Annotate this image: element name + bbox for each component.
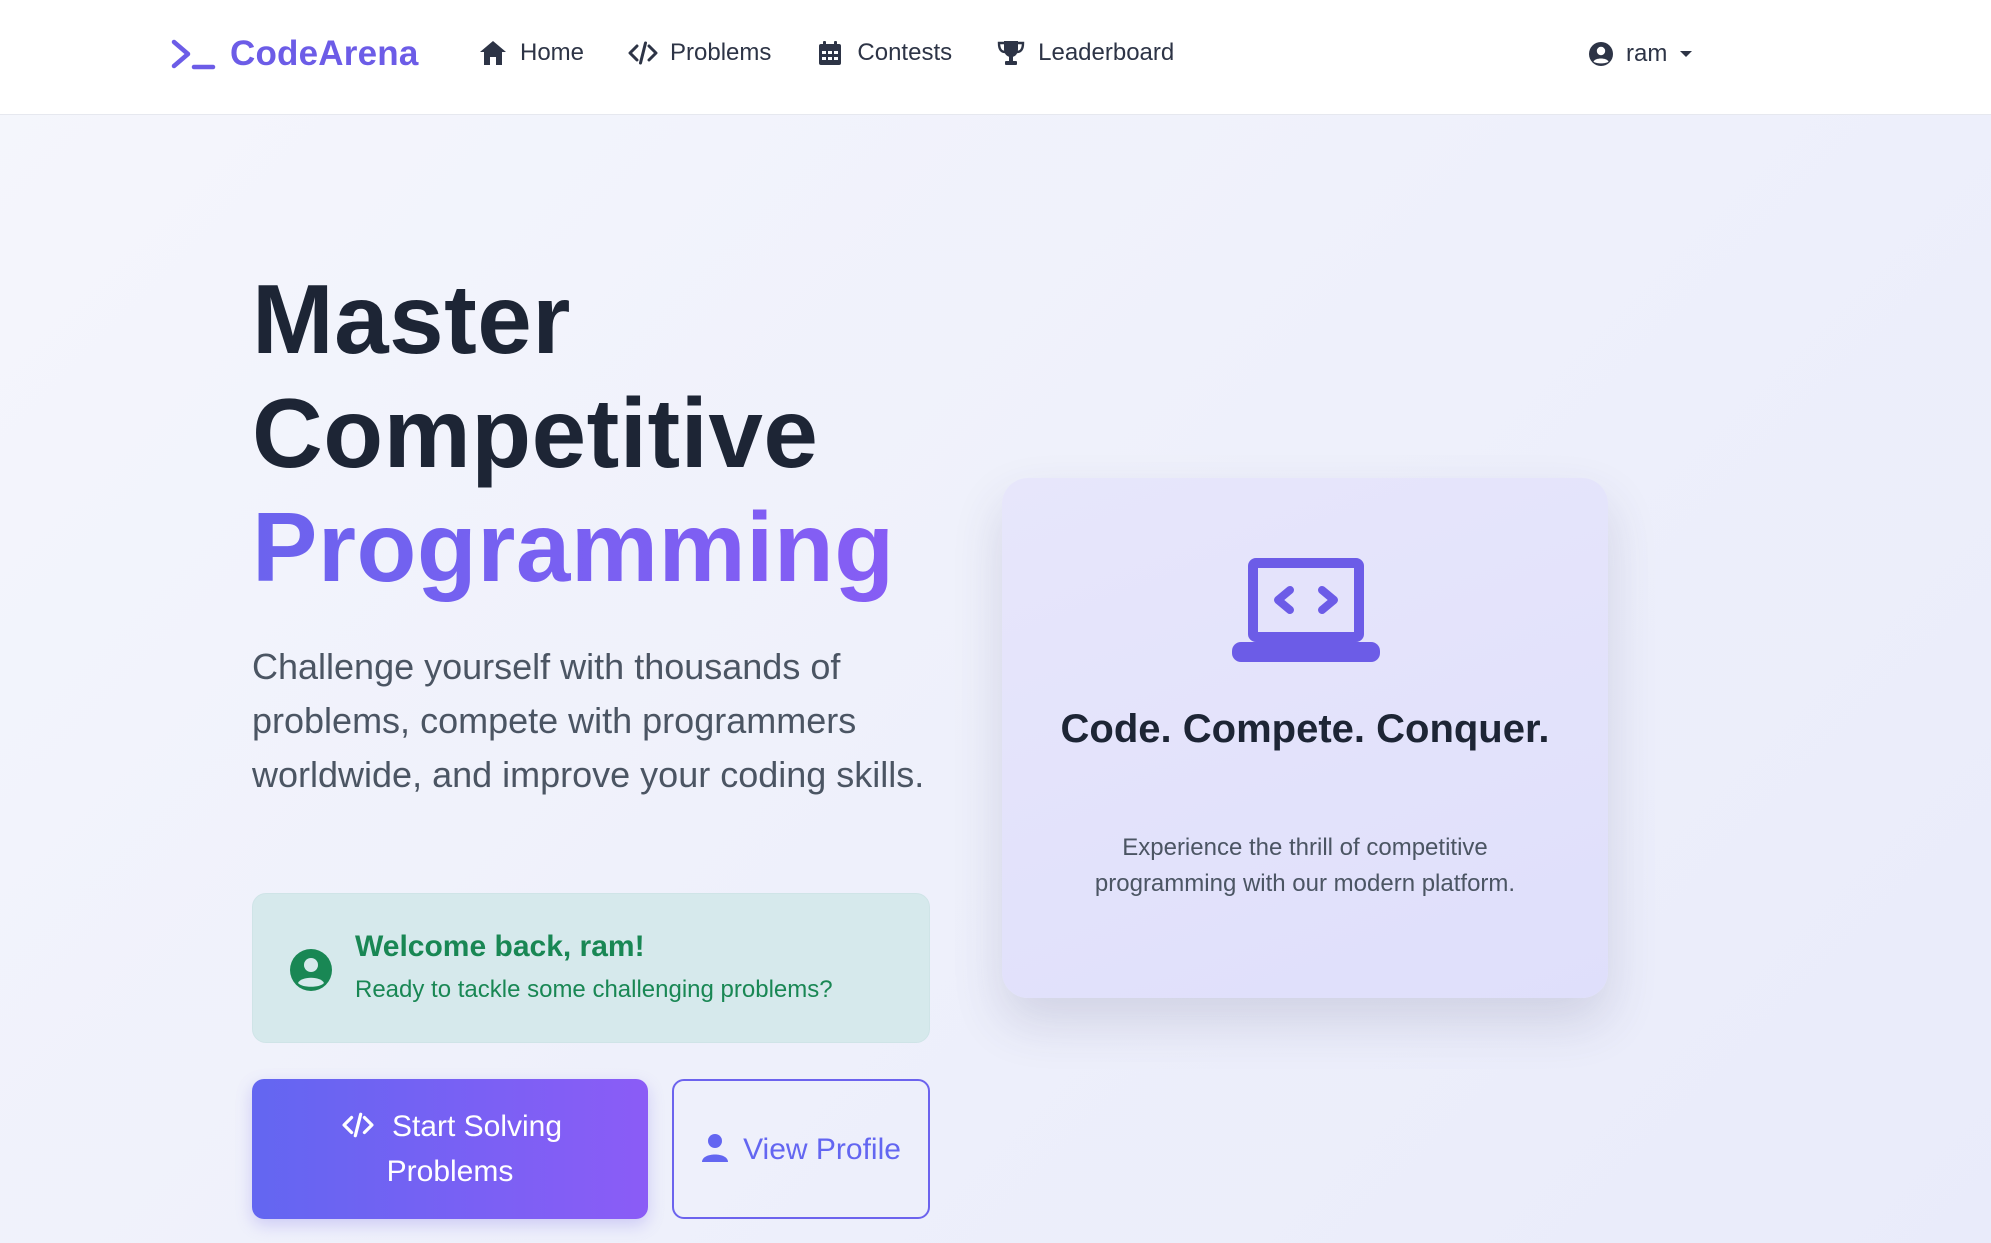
- nav-link-contests[interactable]: Contests: [815, 39, 952, 67]
- nav-link-home[interactable]: Home: [478, 39, 584, 67]
- view-profile-button[interactable]: View Profile: [672, 1079, 930, 1219]
- view-profile-label: View Profile: [743, 1132, 901, 1166]
- code-icon: [628, 41, 658, 65]
- feature-card-title: Code. Compete. Conquer.: [1060, 707, 1550, 751]
- nav-link-problems[interactable]: Problems: [628, 39, 771, 67]
- feature-card-text: Experience the thrill of competitive pro…: [1094, 834, 1516, 897]
- welcome-alert: Welcome back, ram! Ready to tackle some …: [252, 893, 930, 1043]
- terminal-prompt-icon: [171, 39, 216, 70]
- user-circle-icon: [290, 949, 332, 991]
- laptop-code-icon: [1232, 558, 1380, 662]
- hero-title-line1: Master: [252, 264, 571, 374]
- page: CodeArena Home Problems Contests Leaderb…: [0, 0, 1991, 1243]
- user-menu-dropdown[interactable]: ram: [1588, 34, 1693, 74]
- nav-link-label: Leaderboard: [1038, 39, 1175, 66]
- home-icon: [480, 41, 506, 65]
- brand-logo[interactable]: CodeArena: [170, 28, 419, 80]
- user-circle-icon: [1589, 42, 1613, 66]
- nav-link-leaderboard[interactable]: Leaderboard: [996, 39, 1174, 67]
- hero-title-line2: Competitive: [252, 378, 819, 488]
- navbar: CodeArena Home Problems Contests Leaderb…: [0, 0, 1991, 115]
- hero-subtitle: Challenge yourself with thousands of pro…: [252, 646, 925, 795]
- brand-name: CodeArena: [230, 34, 419, 73]
- nav-link-label: Problems: [670, 39, 772, 66]
- welcome-title: Welcome back, ram!: [355, 930, 645, 963]
- hero-title: Master Competitive Programming: [252, 262, 1012, 604]
- code-icon: [342, 1112, 374, 1138]
- start-solving-button[interactable]: Start Solving Problems: [252, 1079, 648, 1219]
- user-name: ram: [1626, 40, 1668, 67]
- hero-title-accent: Programming: [252, 490, 1012, 604]
- feature-card: Code. Compete. Conquer. Experience the t…: [1002, 478, 1608, 998]
- trophy-icon: [997, 41, 1025, 65]
- nav-link-label: Home: [520, 39, 585, 66]
- nav-link-label: Contests: [857, 39, 953, 66]
- nav-links: Home Problems Contests Leaderboard: [478, 32, 1218, 74]
- welcome-text: Ready to tackle some challenging problem…: [355, 976, 833, 1003]
- start-solving-label: Start Solving Problems: [386, 1110, 563, 1188]
- calendar-icon: [819, 41, 842, 65]
- chevron-down-icon: [1680, 51, 1693, 57]
- user-icon: [702, 1133, 729, 1162]
